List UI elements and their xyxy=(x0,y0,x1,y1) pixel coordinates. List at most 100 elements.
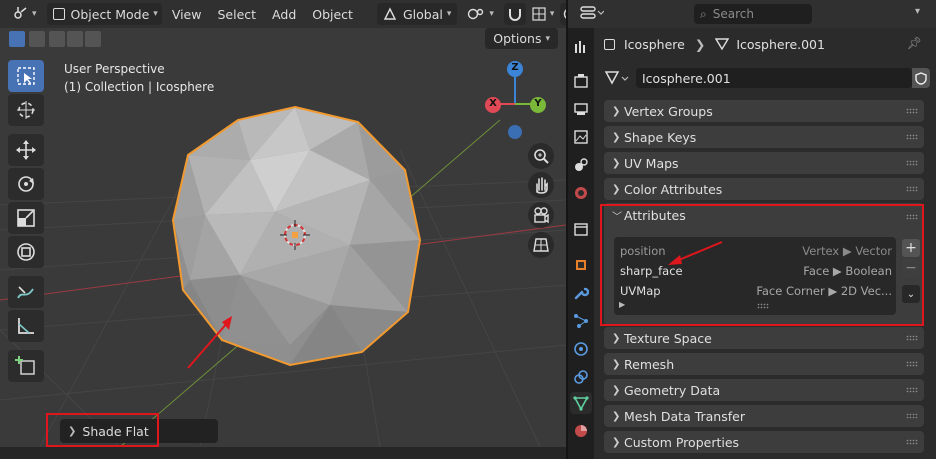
tab-collection[interactable] xyxy=(570,218,592,240)
snap-target-dropdown[interactable]: ▾ xyxy=(530,3,557,25)
mesh-data-icon xyxy=(573,396,589,411)
select-intersect-icon[interactable] xyxy=(85,31,101,47)
panel-remesh[interactable]: ❯ Remesh xyxy=(604,353,924,375)
breadcrumb-mesh: Icosphere.001 xyxy=(736,36,825,52)
drag-handle-icon[interactable] xyxy=(906,361,918,367)
list-item[interactable]: UVMap Face Corner ▶ 2D Vec... xyxy=(620,282,892,300)
menu-select[interactable]: Select xyxy=(211,7,262,22)
panel-vertex-groups[interactable]: ❯ Vertex Groups xyxy=(604,100,924,122)
panel-custom-properties[interactable]: ❯ Custom Properties xyxy=(604,431,924,453)
properties-content: Icosphere ❯ Icosphere.001 📌︎ Icosphere.0… xyxy=(600,28,932,459)
panel-label: Remesh xyxy=(624,356,675,372)
breadcrumb: Icosphere ❯ Icosphere.001 xyxy=(604,34,825,54)
select-subtract-icon[interactable] xyxy=(49,31,65,47)
mode-dropdown[interactable]: Object Mode ▾ xyxy=(46,3,162,25)
options-chevron-icon[interactable]: ▾ xyxy=(915,6,920,17)
scale-icon xyxy=(17,209,35,227)
tool-cursor[interactable] xyxy=(8,94,44,126)
pan-button[interactable] xyxy=(528,172,554,198)
drag-handle-icon[interactable] xyxy=(906,134,918,140)
camera-view-button[interactable] xyxy=(528,202,554,228)
drag-handle-icon[interactable] xyxy=(906,186,918,192)
tool-move[interactable] xyxy=(8,134,44,166)
attribute-name: position xyxy=(620,244,666,258)
select-box-icon xyxy=(17,67,35,85)
snap-toggle[interactable] xyxy=(503,3,526,25)
select-invert-icon[interactable] xyxy=(67,31,83,47)
tool-annotate[interactable] xyxy=(8,276,44,308)
zoom-button[interactable] xyxy=(528,143,554,169)
tab-particles[interactable] xyxy=(570,310,592,332)
tab-physics[interactable] xyxy=(570,338,592,360)
list-filter-toggle-icon[interactable]: ▶ xyxy=(619,300,625,309)
mesh-browse-button[interactable] xyxy=(604,69,632,90)
tab-output[interactable] xyxy=(570,98,592,120)
panel-uv-maps[interactable]: ❯ UV Maps xyxy=(604,152,924,174)
drag-handle-icon[interactable] xyxy=(906,214,918,220)
projection-toggle-button[interactable] xyxy=(528,232,554,258)
editor-type-button[interactable] xyxy=(580,5,605,25)
tab-world[interactable] xyxy=(570,182,592,204)
tab-scene[interactable] xyxy=(570,154,592,176)
transform-orientation-dropdown[interactable]: Global ▾ xyxy=(376,3,458,25)
tab-material[interactable] xyxy=(570,420,592,442)
menu-view[interactable]: View xyxy=(166,7,208,22)
tab-render[interactable] xyxy=(570,70,592,92)
panel-geometry-data[interactable]: ❯ Geometry Data xyxy=(604,379,924,401)
annotation-arrow xyxy=(668,241,723,265)
mesh-name-field[interactable]: Icosphere.001 xyxy=(636,68,912,88)
last-operator-panel[interactable]: ❯ Shade Flat xyxy=(60,419,218,443)
remove-attribute-button[interactable]: − xyxy=(902,259,920,277)
options-label: Options xyxy=(493,31,542,46)
tool-add-cube[interactable] xyxy=(8,350,44,382)
search-placeholder: Search xyxy=(712,7,754,21)
search-input[interactable]: ⌕ Search xyxy=(694,4,812,24)
menu-object[interactable]: Object xyxy=(306,7,359,22)
panel-color-attributes[interactable]: ❯ Color Attributes xyxy=(604,178,924,200)
gizmo-z-label: Z xyxy=(511,62,519,73)
chevron-down-icon: ﹀ xyxy=(612,212,622,223)
drag-handle-icon[interactable] xyxy=(906,387,918,393)
physics-icon xyxy=(574,342,588,356)
drag-handle-icon[interactable] xyxy=(906,108,918,114)
tool-transform[interactable] xyxy=(8,236,44,268)
cursor-icon xyxy=(17,101,35,119)
pin-icon[interactable]: 📌︎ xyxy=(907,36,922,50)
pivot-point-dropdown[interactable]: ▾ xyxy=(461,3,500,25)
attributes-header[interactable]: ﹀ Attributes xyxy=(612,208,686,223)
tool-rotate[interactable] xyxy=(8,168,44,200)
tab-mesh-data[interactable] xyxy=(570,392,592,414)
list-resize-handle-icon[interactable] xyxy=(757,303,769,309)
properties-editor: ⌕ Search ▾ Icosphere ❯ Icosphere.001 📌︎ … xyxy=(568,0,936,459)
tool-select-box[interactable] xyxy=(8,60,44,92)
mesh-datablock-selector: Icosphere.001 xyxy=(604,68,930,90)
editor-type-button[interactable]: ▾ xyxy=(6,3,43,25)
scene-icon xyxy=(575,158,588,171)
tab-object[interactable] xyxy=(570,254,592,276)
menu-add[interactable]: Add xyxy=(266,7,302,22)
panel-texture-space[interactable]: ❯ Texture Space xyxy=(604,327,924,349)
drag-handle-icon[interactable] xyxy=(906,413,918,419)
tab-constraints[interactable] xyxy=(570,366,592,388)
tab-modifiers[interactable] xyxy=(570,282,592,304)
chevron-down-icon: ⌄ xyxy=(906,288,916,300)
drag-handle-icon[interactable] xyxy=(906,439,918,445)
tool-measure[interactable] xyxy=(8,310,44,342)
options-dropdown[interactable]: Options ▾ xyxy=(485,28,558,49)
select-extend-icon[interactable] xyxy=(29,31,45,47)
select-new-icon[interactable] xyxy=(9,31,25,47)
tab-tool[interactable] xyxy=(570,36,592,58)
attribute-specials-menu[interactable]: ⌄ xyxy=(902,285,920,303)
drag-handle-icon[interactable] xyxy=(906,335,918,341)
panel-mesh-data-transfer[interactable]: ❯ Mesh Data Transfer xyxy=(604,405,924,427)
tab-view-layer[interactable] xyxy=(570,126,592,148)
render-icon xyxy=(574,74,588,88)
blender-window: Z X Y ▾ Object Mode ▾ View Select Add Ob… xyxy=(0,0,936,459)
panel-shape-keys[interactable]: ❯ Shape Keys xyxy=(604,126,924,148)
fake-user-button[interactable] xyxy=(912,68,930,88)
tool-scale[interactable] xyxy=(8,202,44,234)
3d-viewport[interactable]: Z X Y ▾ Object Mode ▾ View Select Add Ob… xyxy=(0,0,566,447)
add-attribute-button[interactable]: + xyxy=(902,239,920,257)
attributes-list[interactable]: position Vertex ▶ Vector sharp_face Face… xyxy=(614,237,896,315)
drag-handle-icon[interactable] xyxy=(906,160,918,166)
